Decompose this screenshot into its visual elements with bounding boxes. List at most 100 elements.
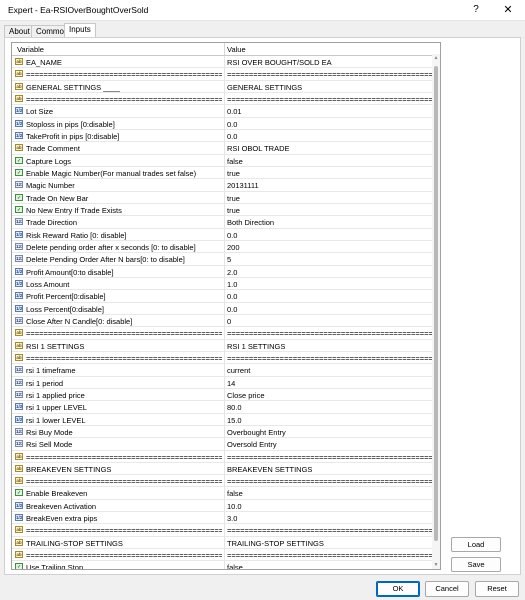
- variable-value[interactable]: 0.0: [227, 305, 437, 314]
- variable-value[interactable]: Overbought Entry: [227, 428, 437, 437]
- variable-value[interactable]: 200: [227, 243, 437, 252]
- variable-value[interactable]: GENERAL SETTINGS: [227, 83, 437, 92]
- table-row[interactable]: 123 Close After N Candle[0: disable] 0: [12, 314, 440, 328]
- variable-value[interactable]: ========================================…: [227, 477, 437, 486]
- variable-value[interactable]: false: [227, 489, 437, 498]
- variable-value[interactable]: 2.0: [227, 268, 437, 277]
- table-row[interactable]: 123 Delete Pending Order After N bars[0: …: [12, 253, 440, 266]
- table-row[interactable]: ab ======================================…: [12, 450, 440, 463]
- table-row[interactable]: ab ======================================…: [12, 92, 440, 106]
- table-row[interactable]: 123 rsi 1 period 14: [12, 376, 440, 389]
- table-row[interactable]: ✓ Capture Logs false: [12, 154, 440, 167]
- variable-value[interactable]: true: [227, 206, 437, 215]
- table-row[interactable]: ab ======================================…: [12, 475, 440, 488]
- scroll-up-arrow-icon[interactable]: ▲: [433, 55, 439, 61]
- table-row[interactable]: ab ======================================…: [12, 549, 440, 562]
- table-row[interactable]: 1/2 Stoploss in pips [0:disable] 0.0: [12, 117, 440, 130]
- table-row[interactable]: ab RSI 1 SETTINGS RSI 1 SETTINGS: [12, 339, 440, 352]
- table-row[interactable]: ab BREAKEVEN SETTINGS BREAKEVEN SETTINGS: [12, 462, 440, 476]
- variable-value[interactable]: 0.0: [227, 132, 437, 141]
- variable-value[interactable]: ========================================…: [227, 95, 437, 104]
- variable-value[interactable]: true: [227, 194, 437, 203]
- variable-value[interactable]: BREAKEVEN SETTINGS: [227, 465, 437, 474]
- variable-value[interactable]: ========================================…: [227, 453, 437, 462]
- table-row[interactable]: 1/2 Profit Amount[0:to disable] 2.0: [12, 265, 440, 278]
- variable-value[interactable]: 14: [227, 379, 437, 388]
- variable-value[interactable]: 20131111: [227, 181, 437, 190]
- cell-divider: [224, 129, 225, 142]
- variable-value[interactable]: RSI 1 SETTINGS: [227, 342, 437, 351]
- table-row[interactable]: ab EA_NAME RSI OVER BOUGHT/SOLD EA: [12, 56, 440, 69]
- variable-value[interactable]: 0.01: [227, 107, 437, 116]
- table-row[interactable]: 1/2 Loss Percent[0:disable] 0.0: [12, 302, 440, 315]
- value-column-header[interactable]: Value: [227, 45, 246, 54]
- table-row[interactable]: 1/2 rsi 1 lower LEVEL 15.0: [12, 413, 440, 426]
- variable-value[interactable]: ========================================…: [227, 526, 437, 535]
- variable-value[interactable]: TRAILING-STOP SETTINGS: [227, 539, 437, 548]
- variable-value[interactable]: ========================================…: [227, 551, 437, 560]
- load-button[interactable]: Load: [451, 537, 501, 552]
- variable-value[interactable]: ========================================…: [227, 329, 437, 338]
- vertical-scrollbar[interactable]: ▲ ▼: [432, 54, 440, 569]
- close-button[interactable]: ✕: [493, 2, 523, 18]
- tab-inputs[interactable]: Inputs: [64, 23, 96, 38]
- variable-value[interactable]: Both Direction: [227, 218, 437, 227]
- variable-value[interactable]: 80.0: [227, 403, 437, 412]
- variable-value[interactable]: 0.0: [227, 231, 437, 240]
- table-row[interactable]: ab ======================================…: [12, 68, 440, 81]
- variable-value[interactable]: 0.0: [227, 120, 437, 129]
- save-button[interactable]: Save: [451, 557, 501, 572]
- reset-button[interactable]: Reset: [475, 581, 519, 597]
- table-row[interactable]: 1/2 Profit Percent[0:disable] 0.0: [12, 290, 440, 303]
- variable-value[interactable]: current: [227, 366, 437, 375]
- variable-value[interactable]: RSI OBOL TRADE: [227, 144, 437, 153]
- table-row[interactable]: 1/2 BreakEven extra pips 3.0: [12, 512, 440, 525]
- table-row[interactable]: ✓ No New Entry If Trade Exists true: [12, 203, 440, 217]
- variable-value[interactable]: 5: [227, 255, 437, 264]
- variable-value[interactable]: ========================================…: [227, 354, 437, 363]
- variable-value[interactable]: 15.0: [227, 416, 437, 425]
- table-row[interactable]: ab TRAILING-STOP SETTINGS TRAILING-STOP SE…: [12, 536, 440, 550]
- table-row[interactable]: ✓ Use Trailing Stop false: [12, 561, 440, 569]
- variable-value[interactable]: Close price: [227, 391, 437, 400]
- variable-value[interactable]: 0.0: [227, 292, 437, 301]
- table-row[interactable]: ab ======================================…: [12, 524, 440, 537]
- table-row[interactable]: ✓ Trade On New Bar true: [12, 191, 440, 204]
- table-row[interactable]: 123 Rsi Sell Mode Oversold Entry: [12, 438, 440, 451]
- cancel-button[interactable]: Cancel: [425, 581, 469, 597]
- variable-value[interactable]: false: [227, 563, 437, 569]
- variable-column-header[interactable]: Variable: [17, 45, 44, 54]
- table-row[interactable]: 123 rsi 1 applied price Close price: [12, 388, 440, 402]
- table-row[interactable]: ab ======================================…: [12, 327, 440, 340]
- table-row[interactable]: 123 Delete pending order after x seconds …: [12, 240, 440, 254]
- column-separator[interactable]: [224, 43, 225, 55]
- variable-value[interactable]: true: [227, 169, 437, 178]
- table-row[interactable]: 1/2 rsi 1 upper LEVEL 80.0: [12, 401, 440, 414]
- ok-button[interactable]: OK: [376, 581, 420, 597]
- variable-value[interactable]: false: [227, 157, 437, 166]
- table-row[interactable]: ab Trade Comment RSI OBOL TRADE: [12, 142, 440, 155]
- table-row[interactable]: 1/2 TakeProfit in pips [0:disable] 0.0: [12, 129, 440, 143]
- scrollbar-thumb[interactable]: [434, 66, 438, 541]
- table-row[interactable]: 123 Magic Number 20131111: [12, 179, 440, 192]
- variable-value[interactable]: RSI OVER BOUGHT/SOLD EA: [227, 58, 437, 67]
- table-row[interactable]: ✓ Enable Breakeven false: [12, 487, 440, 500]
- table-row[interactable]: 1/2 Breakeven Activation 10.0: [12, 499, 440, 513]
- table-row[interactable]: 123 Rsi Buy Mode Overbought Entry: [12, 425, 440, 439]
- table-row[interactable]: ✓ Enable Magic Number(For manual trades s…: [12, 166, 440, 180]
- help-button[interactable]: ?: [461, 2, 491, 18]
- variable-value[interactable]: 10.0: [227, 502, 437, 511]
- table-row[interactable]: ab ======================================…: [12, 351, 440, 365]
- variable-value[interactable]: 3.0: [227, 514, 437, 523]
- table-row[interactable]: 123 Trade Direction Both Direction: [12, 216, 440, 229]
- table-row[interactable]: 1/2 Loss Amount 1.0: [12, 277, 440, 291]
- variable-value[interactable]: ========================================…: [227, 70, 437, 79]
- variable-value[interactable]: Oversold Entry: [227, 440, 437, 449]
- variable-value[interactable]: 1.0: [227, 280, 437, 289]
- table-row[interactable]: 1/2 Risk Reward Ratio [0: disable] 0.0: [12, 228, 440, 241]
- table-row[interactable]: 1/2 Lot Size 0.01: [12, 105, 440, 118]
- table-row[interactable]: 123 rsi 1 timeframe current: [12, 364, 440, 377]
- variable-value[interactable]: 0: [227, 317, 437, 326]
- table-row[interactable]: ab GENERAL SETTINGS ____ GENERAL SETTINGS: [12, 80, 440, 93]
- scroll-down-arrow-icon[interactable]: ▼: [433, 562, 439, 568]
